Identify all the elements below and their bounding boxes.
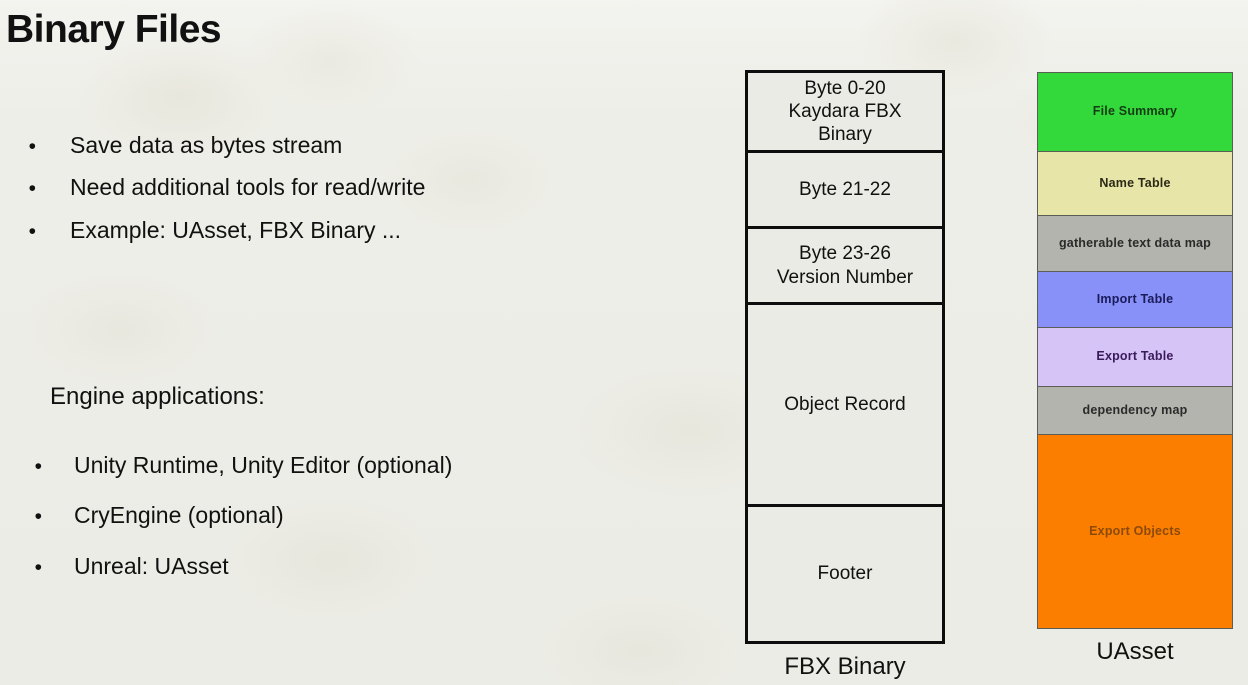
uasset-block-label: Import Table xyxy=(1096,291,1174,306)
uasset-block: dependency map xyxy=(1037,385,1233,436)
fbx-row-label: Byte 0-20 Kaydara FBX Binary xyxy=(788,77,902,146)
uasset-block-label: File Summary xyxy=(1092,104,1178,119)
list-item: • Example: UAsset, FBX Binary ... xyxy=(0,217,700,243)
list-item-label: Unreal: UAsset xyxy=(74,552,229,579)
fbx-row: Byte 23-26 Version Number xyxy=(748,229,942,305)
bullet-dot-icon: • xyxy=(28,177,36,201)
list-item-label: Need additional tools for read/write xyxy=(70,174,426,201)
uasset-block: Export Objects xyxy=(1037,434,1233,629)
fbx-row: Footer xyxy=(748,507,942,641)
uasset-diagram: File Summary Name Table gatherable text da… xyxy=(1037,72,1233,666)
fbx-row-label: Footer xyxy=(817,563,873,585)
fbx-row: Byte 0-20 Kaydara FBX Binary xyxy=(748,73,942,153)
uasset-block-label: Name Table xyxy=(1099,175,1171,190)
list-item: • Save data as bytes stream xyxy=(0,132,700,158)
list-item-label: CryEngine (optional) xyxy=(74,502,284,529)
bullet-list-engine-applications: • Unity Runtime, Unity Editor (optional)… xyxy=(0,452,700,603)
list-item: • CryEngine (optional) xyxy=(0,502,700,528)
list-item: • Unreal: UAsset xyxy=(0,553,700,579)
bullet-list-primary: • Save data as bytes stream • Need addit… xyxy=(0,132,700,259)
list-item: • Unity Runtime, Unity Editor (optional) xyxy=(0,452,700,478)
bullet-dot-icon: • xyxy=(28,135,36,158)
list-item-label: Unity Runtime, Unity Editor (optional) xyxy=(74,452,453,478)
fbx-binary-diagram: Byte 0-20 Kaydara FBX Binary Byte 21-22 Byte… xyxy=(745,70,945,681)
bullet-dot-icon: • xyxy=(34,505,42,529)
uasset-block-label: Export Objects xyxy=(1089,523,1181,538)
fbx-row-label: Object Record xyxy=(784,393,906,415)
uasset-block: File Summary xyxy=(1037,72,1233,152)
fbx-row-label: Byte 21-22 xyxy=(799,178,891,200)
uasset-stack: File Summary Name Table gatherable text da… xyxy=(1037,72,1233,629)
bullet-dot-icon: • xyxy=(34,455,42,478)
uasset-caption: UAsset xyxy=(1096,638,1174,665)
list-item-label: Example: UAsset, FBX Binary ... xyxy=(70,216,402,243)
list-item: • Need additional tools for read/write xyxy=(0,174,700,200)
fbx-row: Byte 21-22 xyxy=(748,153,942,229)
uasset-block: Export Table xyxy=(1037,327,1233,387)
fbx-row: Object Record xyxy=(748,305,942,507)
uasset-block-label: gatherable text data map xyxy=(1058,235,1212,250)
uasset-block-label: dependency map xyxy=(1082,402,1188,417)
bullet-dot-icon: • xyxy=(34,555,42,579)
uasset-block: Name Table xyxy=(1037,150,1233,217)
list-item-label: Save data as bytes stream xyxy=(70,132,343,158)
page-title: Binary Files xyxy=(6,8,222,51)
fbx-row-label: Byte 23-26 Version Number xyxy=(776,243,914,288)
fbx-binary-stack: Byte 0-20 Kaydara FBX Binary Byte 21-22 Byte… xyxy=(745,70,945,644)
bullet-dot-icon: • xyxy=(28,219,36,243)
fbx-binary-caption: FBX Binary xyxy=(784,653,906,680)
uasset-block: gatherable text data map xyxy=(1037,215,1233,272)
uasset-block-label: Export Table xyxy=(1096,349,1174,364)
slide-canvas: Binary Files • Save data as bytes stream… xyxy=(0,0,1248,685)
engine-applications-heading: Engine applications: xyxy=(50,383,265,410)
uasset-block: Import Table xyxy=(1037,270,1233,329)
